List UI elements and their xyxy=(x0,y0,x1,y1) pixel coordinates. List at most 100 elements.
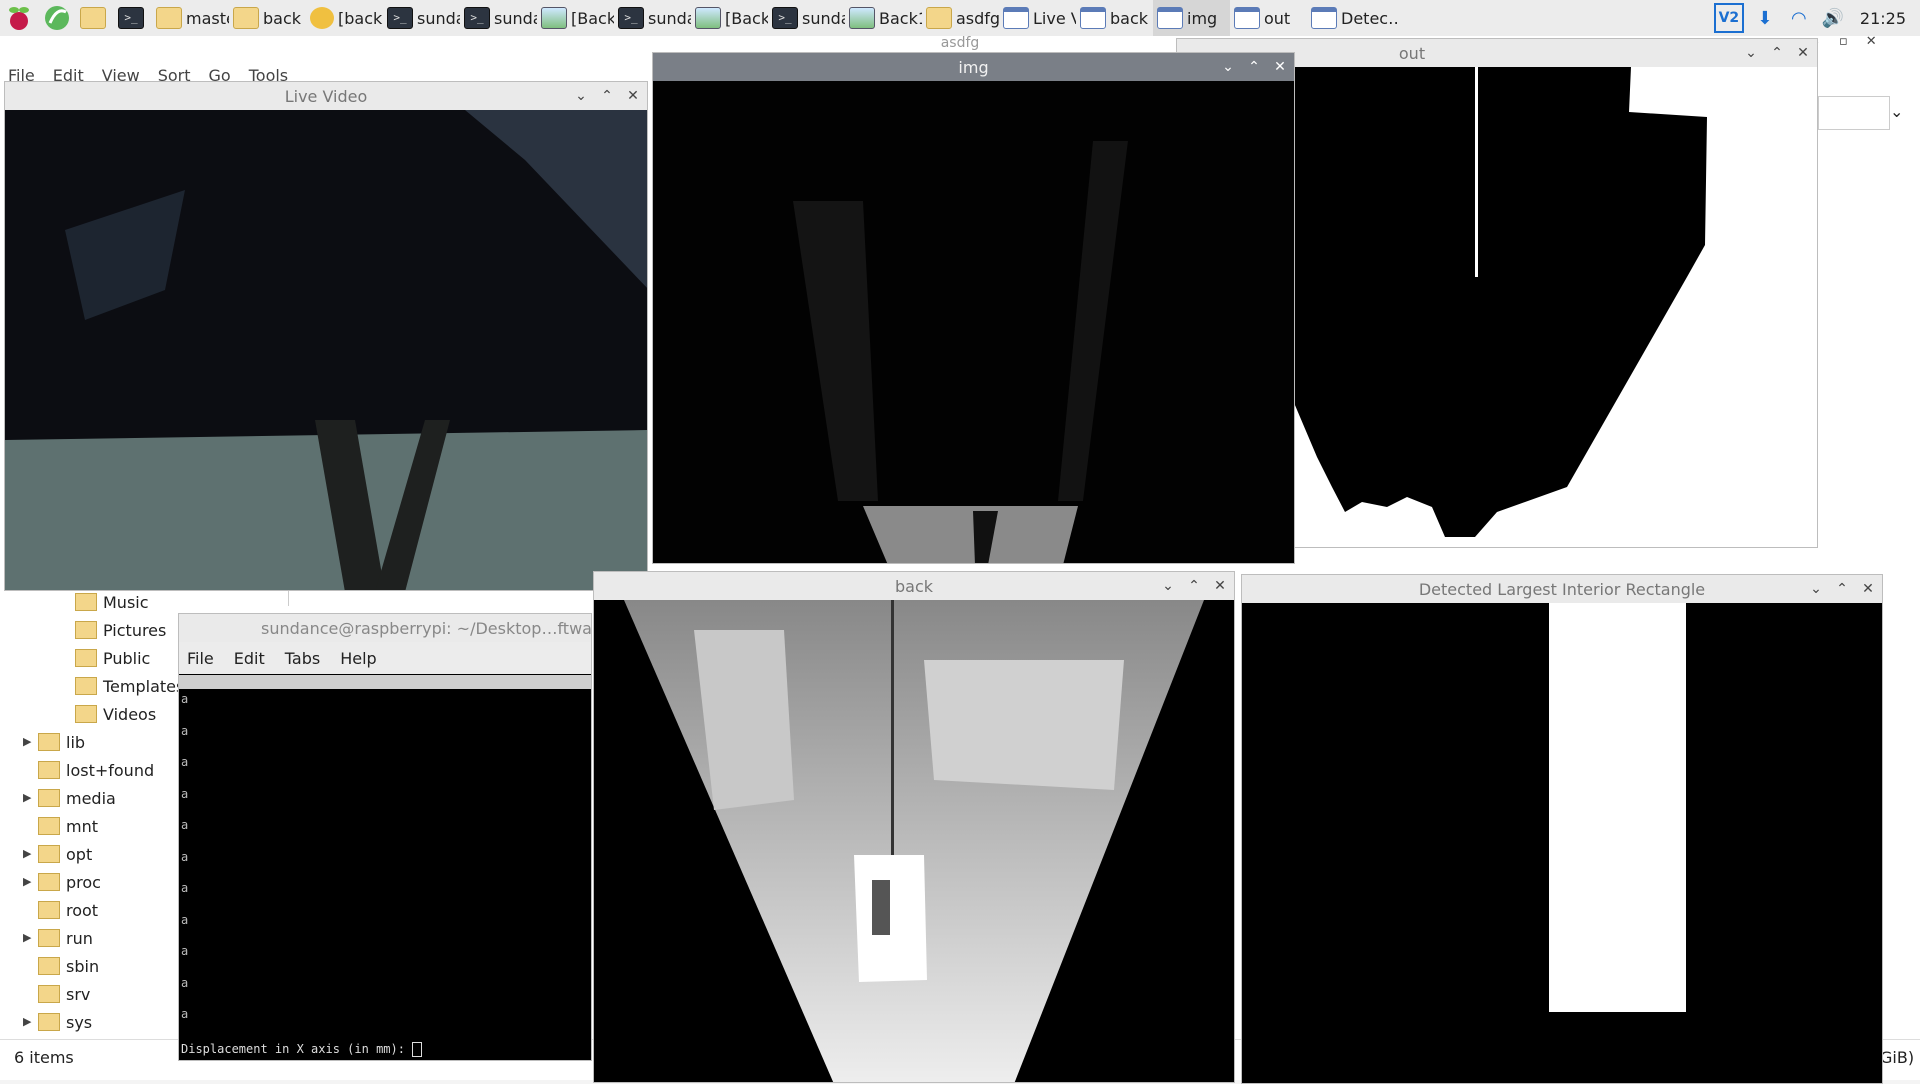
taskbar-app-button[interactable]: >_sunda… xyxy=(460,0,537,36)
close-icon[interactable]: ✕ xyxy=(625,88,641,104)
taskbar-app-button[interactable]: asdfg xyxy=(922,0,999,36)
taskbar-app-button[interactable]: >_sunda… xyxy=(383,0,460,36)
close-icon[interactable]: ✕ xyxy=(1866,34,1877,49)
folder-icon xyxy=(38,733,60,751)
tree-item[interactable]: Pictures xyxy=(75,617,166,643)
tree-item[interactable]: sbin xyxy=(38,953,99,979)
close-icon[interactable]: ✕ xyxy=(1212,578,1228,594)
raspberry-menu-button[interactable] xyxy=(0,0,38,36)
folder-icon xyxy=(38,957,60,975)
vnc-icon[interactable]: V2 xyxy=(1713,3,1744,33)
tree-item[interactable]: run xyxy=(38,925,93,951)
expand-arrow-icon[interactable]: ▶ xyxy=(23,735,31,748)
taskbar-app-button[interactable]: >_sunda… xyxy=(614,0,691,36)
taskbar-app-label: img xyxy=(1187,8,1218,28)
terminal-prompt[interactable]: Displacement in X axis (in mm): xyxy=(181,1042,423,1057)
taskbar-app-button[interactable]: img xyxy=(1153,0,1230,36)
tree-item[interactable]: opt xyxy=(38,841,92,867)
minimize-icon[interactable]: ⌄ xyxy=(1160,578,1176,594)
maximize-icon[interactable]: ⌃ xyxy=(1769,45,1785,61)
folder-icon xyxy=(38,761,60,779)
terminal-window[interactable]: sundance@raspberrypi: ~/Desktop…ftware/7… xyxy=(178,613,592,1061)
camera-feed-image xyxy=(5,110,647,590)
img-camera-image xyxy=(653,81,1294,563)
taskbar-app-label: back xyxy=(263,8,302,28)
chevron-down-icon[interactable]: ⌄ xyxy=(1890,102,1903,121)
tree-item[interactable]: media xyxy=(38,785,116,811)
menu-edit[interactable]: Edit xyxy=(234,649,265,668)
menu-tabs[interactable]: Tabs xyxy=(285,649,320,668)
browser-launcher-button[interactable] xyxy=(38,0,76,36)
taskbar-app-button[interactable]: [back… xyxy=(306,0,383,36)
back-titlebar[interactable]: back ⌄ ⌃ ✕ xyxy=(594,572,1234,600)
close-icon[interactable]: ✕ xyxy=(1795,45,1811,61)
taskbar-app-button[interactable]: >_sunda… xyxy=(768,0,845,36)
window-icon xyxy=(1311,7,1337,29)
taskbar-app-label: sunda… xyxy=(494,8,537,28)
taskbar-app-button[interactable]: [Back… xyxy=(691,0,768,36)
terminal-line: a xyxy=(181,786,189,801)
terminal-line: a xyxy=(181,692,189,706)
taskbar-app-button[interactable]: Detec… xyxy=(1307,0,1399,36)
tree-item[interactable]: root xyxy=(38,897,98,923)
maximize-icon[interactable]: ⌃ xyxy=(1246,59,1262,75)
expand-arrow-icon[interactable]: ▶ xyxy=(23,931,31,944)
update-download-icon[interactable]: ⬇ xyxy=(1752,5,1778,31)
live-video-window[interactable]: Live Video ⌄ ⌃ ✕ xyxy=(4,81,648,591)
menu-help[interactable]: Help xyxy=(340,649,376,668)
tree-item[interactable]: sys xyxy=(38,1009,92,1035)
img-window[interactable]: img ⌄ ⌃ ✕ xyxy=(652,52,1295,564)
taskbar-app-button[interactable]: back xyxy=(229,0,306,36)
tree-item[interactable]: Videos xyxy=(75,701,156,727)
close-icon[interactable]: ✕ xyxy=(1860,581,1876,597)
taskbar-app-button[interactable]: back xyxy=(1076,0,1153,36)
clock[interactable]: 21:25 xyxy=(1860,9,1906,28)
minimize-icon[interactable]: ⌄ xyxy=(573,88,589,104)
file-manager-launcher-button[interactable] xyxy=(76,0,114,36)
tree-item[interactable]: Music xyxy=(75,589,149,615)
maximize-icon[interactable]: ▫ xyxy=(1839,34,1848,49)
terminal-tab-strip[interactable] xyxy=(179,675,591,689)
maximize-icon[interactable]: ⌃ xyxy=(1834,581,1850,597)
taskbar-app-button[interactable]: [Back… xyxy=(537,0,614,36)
tree-item-label: sbin xyxy=(66,956,100,976)
wifi-icon[interactable]: ◠ xyxy=(1786,5,1812,31)
tree-item[interactable]: mnt xyxy=(38,813,98,839)
taskbar-app-button[interactable]: out xyxy=(1230,0,1307,36)
pacman-icon xyxy=(310,7,334,29)
menu-file[interactable]: File xyxy=(187,649,214,668)
expand-arrow-icon[interactable]: ▶ xyxy=(23,875,31,888)
tree-item[interactable]: lost+found xyxy=(38,757,154,783)
minimize-icon[interactable]: ⌄ xyxy=(1808,581,1824,597)
taskbar-app-button[interactable]: Back1… xyxy=(845,0,922,36)
img-titlebar[interactable]: img ⌄ ⌃ ✕ xyxy=(653,53,1294,81)
live-video-titlebar[interactable]: Live Video ⌄ ⌃ ✕ xyxy=(5,82,647,110)
tree-item[interactable]: proc xyxy=(38,869,101,895)
expand-arrow-icon[interactable]: ▶ xyxy=(23,791,31,804)
taskbar-app-button[interactable]: maste… xyxy=(152,0,229,36)
tree-item[interactable]: srv xyxy=(38,981,90,1007)
terminal-output[interactable]: a a a a a a a a a a a xyxy=(179,692,591,1039)
minimize-icon[interactable]: ⌄ xyxy=(1220,59,1236,75)
tree-item[interactable]: Public xyxy=(75,645,150,671)
tree-item[interactable]: Templates xyxy=(75,673,184,699)
detected-rectangle-window[interactable]: Detected Largest Interior Rectangle ⌄ ⌃ ✕ xyxy=(1241,574,1883,1084)
path-entry[interactable] xyxy=(1818,96,1890,130)
close-icon[interactable]: ✕ xyxy=(1272,59,1288,75)
minimize-icon[interactable]: ⌄ xyxy=(1743,45,1759,61)
taskbar-app-label: Detec… xyxy=(1341,8,1399,28)
back-window[interactable]: back ⌄ ⌃ ✕ xyxy=(593,571,1235,1083)
terminal-line: a xyxy=(181,849,189,864)
maximize-icon[interactable]: ⌃ xyxy=(1186,578,1202,594)
tree-item-label: lost+found xyxy=(66,760,155,780)
maximize-icon[interactable]: ⌃ xyxy=(599,88,615,104)
terminal-launcher-button[interactable]: >_ xyxy=(114,0,152,36)
expand-arrow-icon[interactable]: ▶ xyxy=(23,1015,31,1028)
tree-item[interactable]: lib xyxy=(38,729,85,755)
terminal-titlebar[interactable]: sundance@raspberrypi: ~/Desktop…ftware/7… xyxy=(179,614,591,642)
detected-rectangle-titlebar[interactable]: Detected Largest Interior Rectangle ⌄ ⌃ ✕ xyxy=(1242,575,1882,603)
taskbar-app-button[interactable]: Live V… xyxy=(999,0,1076,36)
volume-icon[interactable]: 🔊 xyxy=(1820,5,1846,31)
grayscale-frame-image xyxy=(653,81,1294,563)
expand-arrow-icon[interactable]: ▶ xyxy=(23,847,31,860)
